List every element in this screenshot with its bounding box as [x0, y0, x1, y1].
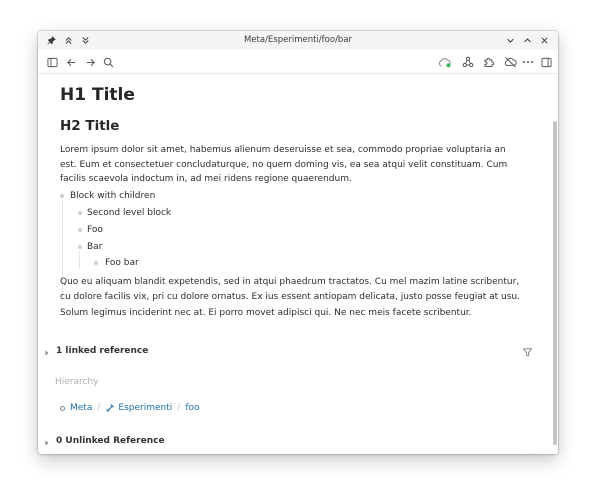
arrow-right-icon[interactable]: [82, 54, 98, 70]
scrollbar-thumb[interactable]: [553, 121, 557, 445]
puzzle-icon[interactable]: [481, 54, 497, 70]
foo-block[interactable]: Foo: [87, 223, 103, 237]
unlinked-references-label: 0 Unlinked Reference: [56, 436, 165, 446]
block-with-children[interactable]: Block with children: [70, 189, 155, 203]
hierarchy-bullet: [60, 405, 65, 411]
title-bar-right: [503, 33, 552, 48]
linked-references-toggle[interactable]: 1 linked reference: [38, 345, 552, 361]
app-window: Meta/Esperimenti/foo/bar H1 Title H2 Tit…: [38, 31, 558, 454]
window-title: Meta/Esperimenti/foo/bar: [243, 35, 353, 45]
right-sidebar-icon[interactable]: [538, 54, 554, 70]
filter-icon[interactable]: [522, 347, 533, 358]
sidebar-toggle-icon[interactable]: [44, 54, 60, 70]
bar-block[interactable]: Bar: [87, 240, 102, 254]
foo-bar-block[interactable]: Foo bar: [105, 256, 139, 270]
block-thread-line: [79, 251, 80, 269]
page-title-h1: H1 Title: [60, 85, 135, 105]
paragraph-block[interactable]: Quo eu aliquam blandit expetendis, sed i…: [60, 275, 522, 304]
block-bullet[interactable]: [78, 228, 82, 232]
chevron-double-up-icon[interactable]: [61, 33, 76, 48]
second-level-block[interactable]: Second level block: [87, 206, 171, 220]
block-bullet[interactable]: [78, 211, 82, 215]
hierarchy-breadcrumb: Meta / Esperimenti / foo: [60, 401, 200, 415]
chevron-up-icon[interactable]: [520, 33, 535, 48]
toolbar: [38, 50, 558, 74]
heading-h2: H2 Title: [60, 118, 120, 134]
hierarchy-label: Hierarchy: [55, 377, 99, 387]
page-content: H1 Title H2 Title Lorem ipsum dolor sit …: [38, 75, 552, 454]
close-icon[interactable]: [537, 33, 552, 48]
block-bullet[interactable]: [94, 261, 98, 265]
chevron-down-icon[interactable]: [503, 33, 518, 48]
breadcrumb-meta[interactable]: Meta: [70, 403, 92, 413]
search-icon[interactable]: [100, 54, 116, 70]
cloud-sync-icon[interactable]: [437, 54, 453, 70]
paragraph-block[interactable]: Solum legimus inciderint nec at. Ei porr…: [60, 306, 522, 321]
title-bar-left: [44, 33, 93, 48]
breadcrumb-separator: /: [177, 403, 181, 413]
arrow-left-icon[interactable]: [63, 54, 79, 70]
caret-right-icon: [45, 350, 49, 356]
caret-right-icon: [45, 440, 49, 446]
breadcrumb-foo[interactable]: foo: [185, 403, 199, 413]
unlinked-references-toggle[interactable]: 0 Unlinked Reference: [38, 435, 552, 451]
experiment-icon: [106, 404, 115, 412]
more-icon[interactable]: [520, 54, 536, 70]
chevron-double-down-icon[interactable]: [78, 33, 93, 48]
graph-icon[interactable]: [460, 54, 476, 70]
block-bullet[interactable]: [78, 245, 82, 249]
breadcrumb-esperimenti[interactable]: Esperimenti: [118, 403, 172, 413]
title-bar: Meta/Esperimenti/foo/bar: [38, 31, 558, 50]
pin-icon[interactable]: [44, 33, 59, 48]
paragraph-block[interactable]: Lorem ipsum dolor sit amet, habemus alie…: [60, 143, 522, 187]
linked-references-label: 1 linked reference: [56, 346, 149, 356]
cloud-off-icon[interactable]: [502, 54, 518, 70]
breadcrumb-separator: /: [97, 403, 101, 413]
block-bullet[interactable]: [60, 194, 64, 198]
